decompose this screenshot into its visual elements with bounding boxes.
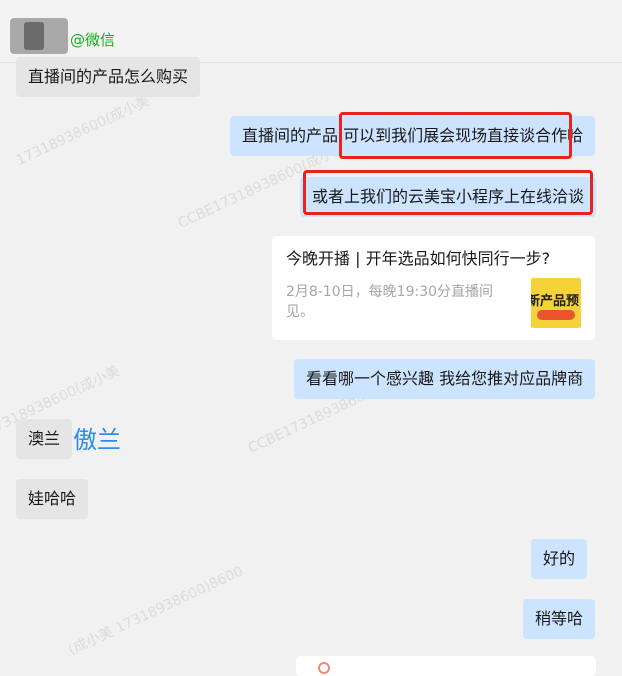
- chat-header: @微信: [0, 0, 622, 63]
- partial-card[interactable]: [296, 656, 596, 676]
- thumbnail-text: 新产品预: [531, 294, 580, 309]
- highlight-box: [339, 112, 572, 159]
- card-icon: [318, 662, 330, 674]
- message-outgoing: 稍等哈: [523, 599, 596, 639]
- message-incoming: 直播间的产品怎么购买: [16, 57, 201, 97]
- blurred-contact-name: [10, 18, 68, 54]
- watermark: (成小美 17318938600)8600: [65, 563, 246, 659]
- live-stream-card[interactable]: 今晚开播 | 开年选品如何快同行一步? 2月8-10日，每晚19:30分直播间见…: [272, 236, 595, 340]
- message-outgoing: 好的: [531, 539, 588, 579]
- message-incoming: 澳兰: [16, 419, 73, 459]
- wechat-source-label: @微信: [70, 31, 116, 49]
- highlight-box: [303, 170, 593, 215]
- handwritten-annotation: 傲兰: [73, 426, 121, 454]
- card-title: 今晚开播 | 开年选品如何快同行一步?: [286, 249, 551, 268]
- card-description: 2月8-10日，每晚19:30分直播间见。: [286, 284, 494, 320]
- message-outgoing: 看看哪一个感兴趣 我给您推对应品牌商: [294, 359, 596, 399]
- card-thumbnail: 新产品预: [531, 278, 581, 328]
- watermark: 17318938600(成小美: [13, 92, 153, 169]
- message-incoming: 娃哈哈: [16, 479, 89, 519]
